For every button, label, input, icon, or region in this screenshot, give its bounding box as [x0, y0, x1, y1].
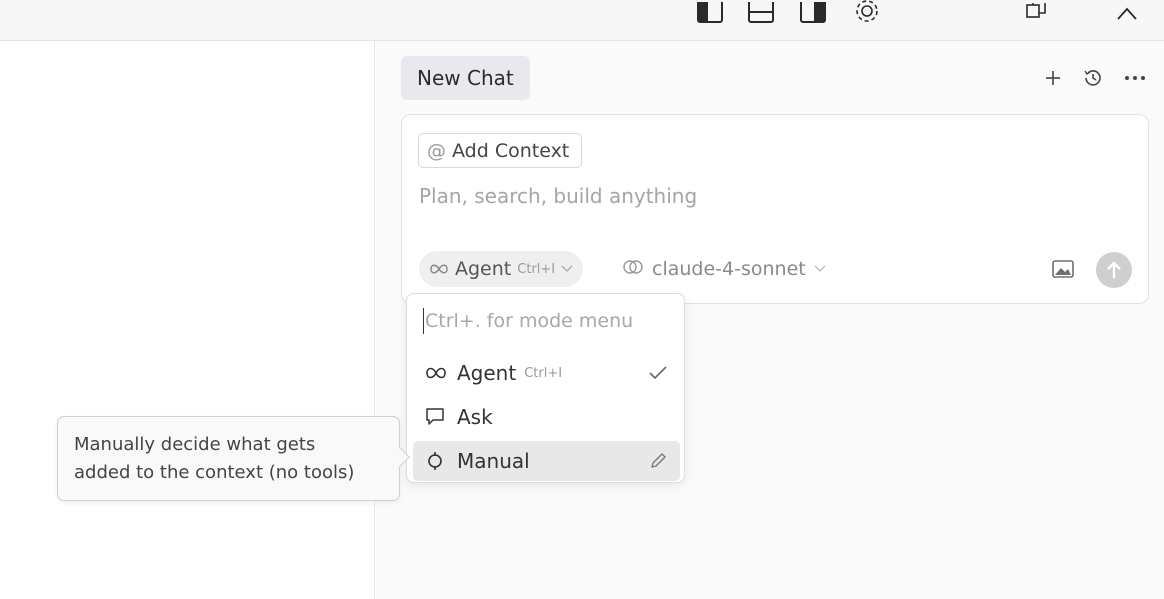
mode-menu-item-label: Manual	[457, 449, 530, 473]
at-icon: @	[427, 139, 446, 162]
model-selector[interactable]: claude-4-sonnet	[622, 251, 826, 287]
mode-menu-item-manual[interactable]: Manual	[413, 441, 680, 481]
mode-menu-item-label: Agent	[457, 361, 517, 385]
history-icon[interactable]	[1082, 67, 1104, 89]
mode-menu-item-label: Ask	[457, 405, 493, 429]
checkmark-icon	[648, 365, 668, 381]
mode-menu-search-placeholder: Ctrl+. for mode menu	[425, 310, 634, 332]
model-icon	[622, 258, 644, 281]
mode-menu-item-agent[interactable]: Agent Ctrl+I	[413, 353, 680, 393]
chat-input[interactable]: Plan, search, build anything	[419, 184, 697, 208]
mode-menu-item-shortcut: Ctrl+I	[524, 365, 563, 381]
model-label: claude-4-sonnet	[652, 258, 806, 280]
chat-composer: @ Add Context Plan, search, build anythi…	[401, 114, 1149, 304]
tooltip-line-2: added to the context (no tools)	[74, 462, 355, 483]
collapse-icon[interactable]	[1115, 0, 1139, 26]
left-pane	[0, 41, 375, 599]
send-button[interactable]	[1096, 252, 1132, 288]
tab-new-chat[interactable]: New Chat	[401, 56, 530, 100]
mode-shortcut: Ctrl+I	[517, 261, 556, 277]
text-caret	[423, 308, 424, 334]
infinity-icon	[429, 260, 449, 279]
chat-bubble-icon	[425, 407, 447, 427]
plus-icon[interactable]	[1044, 69, 1062, 87]
mode-label: Agent	[455, 258, 512, 280]
pencil-icon[interactable]	[648, 451, 668, 471]
arrow-up-icon	[1107, 261, 1121, 278]
add-context-button[interactable]: @ Add Context	[418, 133, 583, 168]
panel-left-icon[interactable]	[697, 0, 723, 26]
panel-bottom-icon[interactable]	[748, 0, 774, 26]
chat-header-actions	[1044, 61, 1146, 95]
panel-right-icon[interactable]	[800, 0, 826, 26]
mode-menu: Ctrl+. for mode menu Agent Ctrl+I Ask Ma…	[406, 293, 685, 483]
restore-icon[interactable]	[1025, 0, 1047, 26]
mode-selector[interactable]: Agent Ctrl+I	[419, 251, 584, 287]
mode-menu-item-ask[interactable]: Ask	[413, 397, 680, 437]
more-icon[interactable]	[1124, 75, 1146, 81]
infinity-icon	[425, 366, 447, 380]
add-context-label: Add Context	[452, 139, 570, 162]
tooltip-line-1: Manually decide what gets	[74, 434, 316, 455]
mode-tooltip: Manually decide what gets added to the c…	[57, 416, 410, 501]
chevron-down-icon	[814, 262, 826, 276]
settings-icon[interactable]	[850, 0, 884, 26]
crosshair-icon	[425, 451, 447, 471]
image-icon[interactable]	[1052, 260, 1074, 282]
chevron-down-icon	[561, 262, 573, 276]
title-bar	[0, 0, 1164, 41]
mode-menu-search[interactable]: Ctrl+. for mode menu	[423, 308, 633, 334]
